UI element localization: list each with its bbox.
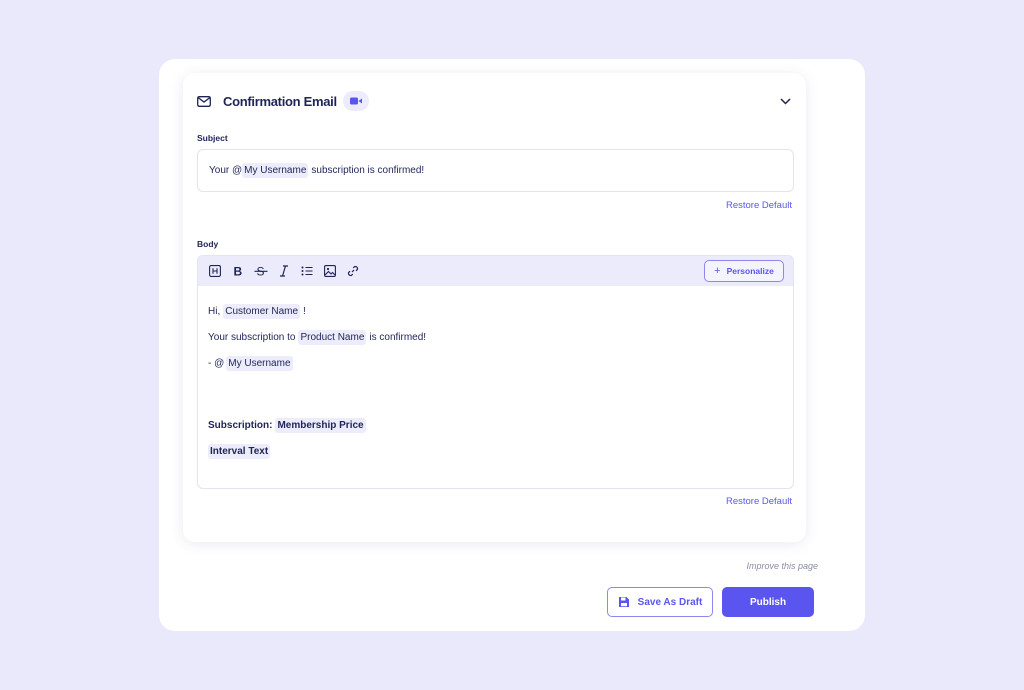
save-icon (618, 596, 630, 608)
save-as-draft-label: Save As Draft (637, 596, 703, 608)
body-line-greeting: Hi, Customer Name ! (208, 298, 793, 324)
editor-panel: Confirmation Email Subject Your @ My Use… (159, 59, 865, 631)
customer-name-tag[interactable]: Customer Name (223, 303, 301, 319)
interval-text-tag[interactable]: Interval Text (208, 443, 271, 459)
card-header: Confirmation Email (197, 89, 369, 113)
publish-button[interactable]: Publish (722, 587, 814, 617)
italic-icon[interactable] (276, 263, 292, 279)
subject-prefix: Your @ (209, 165, 243, 176)
body-line-signature: - @ My Username (208, 350, 793, 376)
body-content[interactable]: Hi, Customer Name ! Your subscription to… (198, 286, 793, 464)
personalize-label: Personalize (726, 266, 774, 276)
list-icon[interactable] (299, 263, 315, 279)
subject-restore-default-link[interactable]: Restore Default (726, 200, 792, 211)
greeting-prefix: Hi, (208, 305, 221, 317)
bold-icon[interactable]: B (230, 263, 246, 279)
svg-text:B: B (234, 265, 243, 277)
subscription-prefix: Subscription: (208, 419, 273, 431)
link-icon[interactable] (345, 263, 361, 279)
signature-prefix: - @ (208, 357, 225, 369)
confirmation-email-card: Confirmation Email Subject Your @ My Use… (183, 73, 806, 542)
body-line-confirmation: Your subscription to Product Name is con… (208, 324, 793, 350)
editor-toolbar: B S + Personalize (198, 256, 793, 286)
body-line-subscription: Subscription: Membership Price (208, 412, 793, 438)
image-icon[interactable] (322, 263, 338, 279)
product-name-tag[interactable]: Product Name (298, 329, 367, 345)
confirmation-prefix: Your subscription to (208, 331, 296, 343)
subject-label: Subject (197, 133, 228, 143)
signature-username-tag[interactable]: My Username (226, 355, 293, 371)
improve-page-link[interactable]: Improve this page (746, 561, 818, 571)
confirmation-suffix: is confirmed! (369, 331, 427, 343)
heading-icon[interactable] (207, 263, 223, 279)
plus-icon: + (714, 265, 721, 277)
subject-suffix: subscription is confirmed! (311, 165, 425, 176)
subject-input[interactable]: Your @ My Username subscription is confi… (197, 149, 794, 192)
personalize-button[interactable]: + Personalize (704, 260, 784, 282)
video-icon[interactable] (342, 91, 369, 111)
body-restore-default-link[interactable]: Restore Default (726, 496, 792, 507)
body-editor[interactable]: B S + Personalize Hi, Customer Name ! Yo… (197, 255, 794, 489)
card-title: Confirmation Email (223, 93, 337, 109)
mail-icon (197, 92, 215, 110)
username-tag[interactable]: My Username (242, 163, 309, 178)
membership-price-tag[interactable]: Membership Price (275, 417, 366, 433)
greeting-suffix: ! (303, 305, 306, 317)
body-line-interval: Interval Text (208, 438, 793, 464)
chevron-down-icon[interactable] (778, 94, 792, 108)
save-as-draft-button[interactable]: Save As Draft (607, 587, 713, 617)
strikethrough-icon[interactable]: S (253, 263, 269, 279)
body-label: Body (197, 239, 219, 249)
